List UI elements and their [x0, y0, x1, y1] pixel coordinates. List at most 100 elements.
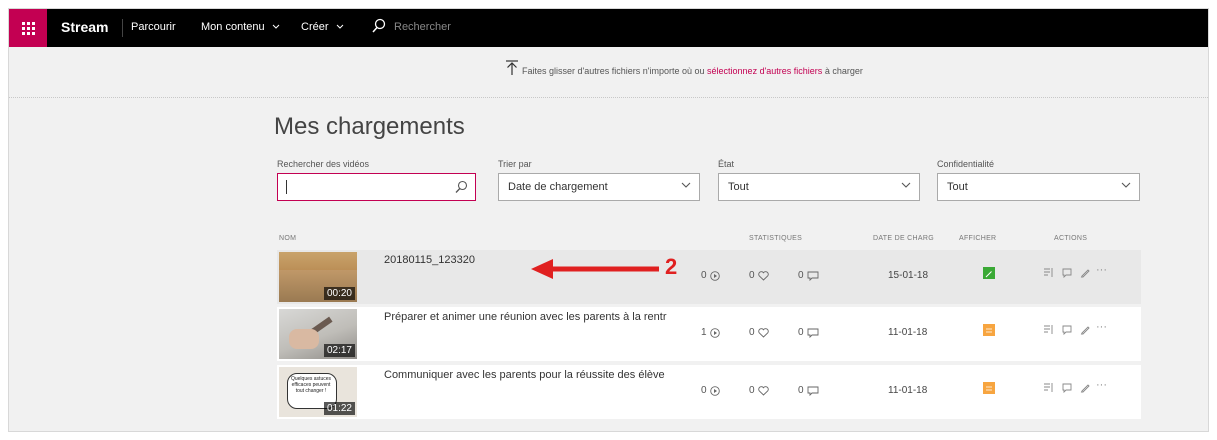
video-thumbnail[interactable]: 00:20	[279, 252, 357, 302]
upload-text-after: à charger	[822, 66, 863, 76]
likes-count: 0	[749, 385, 769, 396]
views-value: 1	[701, 327, 707, 338]
upload-hint: Faites glisser d'autres fichiers n'impor…	[522, 66, 863, 76]
header-stats: STATISTIQUES	[749, 235, 803, 242]
video-duration: 02:17	[323, 344, 355, 357]
likes-count: 0	[749, 327, 769, 338]
privacy-select[interactable]: Tout	[937, 173, 1140, 201]
play-icon	[709, 327, 720, 338]
playlist-add-icon[interactable]	[1043, 382, 1054, 393]
header-name[interactable]: NOM	[279, 235, 296, 242]
table-row[interactable]: Quelques astuces efficaces peuvent tout …	[277, 365, 1141, 419]
likes-value: 0	[749, 327, 755, 338]
playlist-add-icon[interactable]	[1043, 324, 1054, 335]
comment-icon	[807, 271, 819, 281]
annotation-number: 2	[665, 254, 678, 279]
waffle-icon	[21, 21, 35, 35]
views-count: 1	[701, 327, 720, 338]
edit-pencil-icon[interactable]	[1080, 324, 1091, 335]
header-actions: ACTIONS	[1054, 235, 1088, 242]
chevron-down-icon	[336, 24, 343, 29]
play-icon	[709, 385, 720, 396]
sort-by-value: Date de chargement	[508, 181, 608, 193]
search-icon[interactable]	[372, 18, 386, 34]
likes-count: 0	[749, 270, 769, 281]
comments-value: 0	[798, 270, 804, 281]
comments-count: 0	[798, 327, 819, 338]
header-date[interactable]: DATE DE CHARG	[873, 235, 934, 242]
global-search-input[interactable]: Rechercher	[394, 21, 451, 33]
share-icon[interactable]	[1062, 324, 1074, 335]
top-bar: Stream Parcourir Mon contenu Créer Reche…	[9, 9, 1208, 47]
video-thumbnail[interactable]: Quelques astuces efficaces peuvent tout …	[279, 367, 357, 417]
video-title-link[interactable]: Communiquer avec les parents pour la réu…	[384, 369, 684, 381]
state-label: État	[718, 159, 735, 169]
upload-date: 11-01-18	[888, 385, 928, 396]
share-icon[interactable]	[1062, 267, 1074, 278]
views-count: 0	[701, 385, 720, 396]
visibility-status-icon[interactable]	[983, 267, 995, 279]
brand-name[interactable]: Stream	[61, 19, 108, 35]
share-icon[interactable]	[1062, 382, 1074, 393]
app-frame: Stream Parcourir Mon contenu Créer Reche…	[8, 8, 1209, 432]
chevron-down-icon	[1121, 182, 1131, 188]
video-thumbnail[interactable]: 02:17	[279, 309, 357, 359]
search-videos-input[interactable]	[277, 173, 476, 201]
upload-text-before: Faites glisser d'autres fichiers n'impor…	[522, 66, 708, 76]
views-value: 0	[701, 270, 707, 281]
state-select[interactable]: Tout	[718, 173, 920, 201]
views-count: 0	[701, 270, 720, 281]
table-row[interactable]: 00:20 20180115_123320 0 0 0 15-01-18 ···	[277, 250, 1141, 304]
privacy-label: Confidentialité	[937, 159, 995, 169]
upload-icon	[506, 60, 518, 75]
nav-create-label: Créer	[301, 21, 329, 33]
comment-icon	[807, 386, 819, 396]
chevron-down-icon	[681, 182, 691, 188]
upload-date: 11-01-18	[888, 327, 928, 338]
more-actions-button[interactable]: ···	[1096, 321, 1107, 333]
video-title-link[interactable]: Préparer et animer une réunion avec les …	[384, 311, 684, 323]
video-duration: 00:20	[323, 287, 355, 300]
more-actions-button[interactable]: ···	[1096, 379, 1107, 391]
annotation-arrow	[531, 259, 659, 279]
comments-count: 0	[798, 270, 819, 281]
nav-my-content[interactable]: Mon contenu	[201, 21, 280, 33]
likes-value: 0	[749, 385, 755, 396]
visibility-status-icon[interactable]	[983, 382, 995, 394]
likes-value: 0	[749, 270, 755, 281]
app-launcher-button[interactable]	[9, 9, 47, 47]
comments-value: 0	[798, 327, 804, 338]
chevron-down-icon	[901, 182, 911, 188]
views-value: 0	[701, 385, 707, 396]
upload-date: 15-01-18	[888, 270, 929, 281]
heart-icon	[757, 327, 769, 338]
nav-create[interactable]: Créer	[301, 21, 344, 33]
sort-by-select[interactable]: Date de chargement	[498, 173, 700, 201]
upload-dropzone[interactable]: Faites glisser d'autres fichiers n'impor…	[9, 47, 1208, 98]
edit-pencil-icon[interactable]	[1080, 382, 1091, 393]
heart-icon	[757, 270, 769, 281]
playlist-add-icon[interactable]	[1043, 267, 1054, 278]
select-files-link[interactable]: sélectionnez d'autres fichiers	[707, 66, 822, 76]
search-icon[interactable]	[455, 180, 468, 194]
video-duration: 01:22	[323, 402, 355, 415]
comments-count: 0	[798, 385, 819, 396]
play-icon	[709, 270, 720, 281]
header-display: AFFICHER	[959, 235, 997, 242]
heart-icon	[757, 385, 769, 396]
page-title: Mes chargements	[274, 113, 465, 140]
state-value: Tout	[728, 181, 749, 193]
table-row[interactable]: 02:17 Préparer et animer une réunion ave…	[277, 307, 1141, 361]
visibility-status-icon[interactable]	[983, 324, 995, 336]
sort-by-label: Trier par	[498, 159, 532, 169]
nav-browse[interactable]: Parcourir	[131, 21, 176, 33]
privacy-value: Tout	[947, 181, 968, 193]
chevron-down-icon	[272, 24, 280, 29]
search-videos-label: Rechercher des vidéos	[277, 159, 370, 169]
thumbnail-caption: Quelques astuces efficaces peuvent tout …	[290, 376, 332, 394]
more-actions-button[interactable]: ···	[1096, 264, 1107, 276]
edit-pencil-icon[interactable]	[1080, 267, 1091, 278]
text-cursor	[286, 180, 287, 194]
nav-divider	[122, 19, 123, 37]
comment-icon	[807, 328, 819, 338]
